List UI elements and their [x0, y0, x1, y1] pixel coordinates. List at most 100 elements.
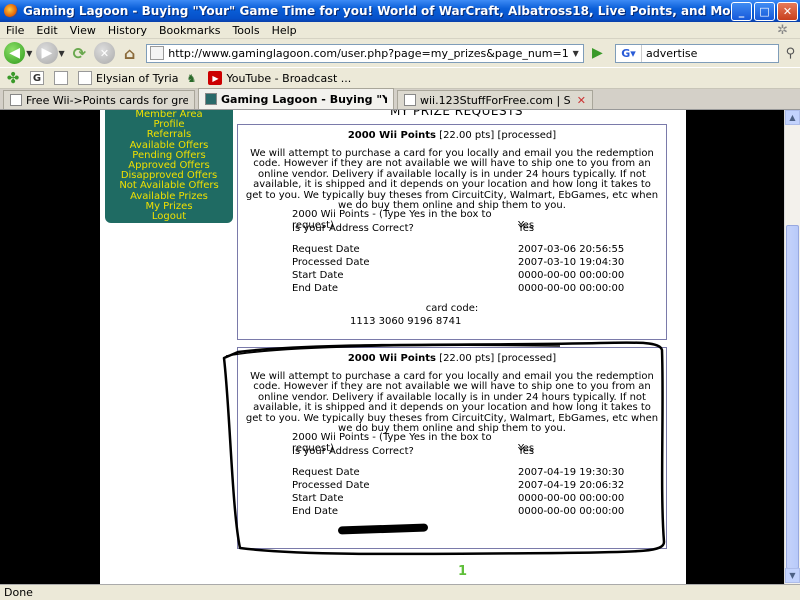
detail-value: Yes [518, 223, 535, 234]
tab-gaming-lagoon[interactable]: Gaming Lagoon - Buying "Your" ... [198, 88, 394, 109]
page-icon [78, 71, 92, 85]
maximize-button[interactable]: □ [754, 1, 775, 21]
youtube-icon: ▶ [208, 71, 223, 85]
card-code-value: 1113 3060 9196 8741 [350, 316, 462, 327]
menu-tools[interactable]: Tools [226, 24, 265, 37]
page-icon [54, 71, 68, 85]
address-row: Is your Address Correct? Yes [292, 223, 534, 234]
detail-value: 0000-00-00 00:00:00 [518, 283, 625, 294]
request-date-row: Request Date 2007-03-06 20:56:55 [292, 244, 624, 255]
scroll-up-icon[interactable]: ▲ [785, 110, 800, 125]
address-row: Is your Address Correct? Yes [292, 446, 534, 457]
prize-points: [22.00 pts] [439, 353, 495, 364]
processed-date-row: Processed Date 2007-03-10 19:04:30 [292, 257, 624, 268]
google-engine-icon[interactable]: G ▾ [616, 44, 642, 62]
detail-value: 2007-03-10 19:04:30 [518, 257, 625, 268]
minimize-button[interactable]: _ [731, 1, 752, 21]
detail-label: Is your Address Correct? [292, 446, 414, 457]
detail-label: Processed Date [292, 257, 370, 268]
home-button[interactable]: ⌂ [119, 42, 140, 64]
bookmark-blank[interactable] [54, 71, 72, 85]
prize-name: 2000 Wii Points [347, 130, 436, 141]
scroll-down-icon[interactable]: ▼ [785, 568, 800, 583]
menu-bookmarks[interactable]: Bookmarks [153, 24, 226, 37]
redaction-mark [337, 523, 429, 535]
stop-button[interactable]: ✕ [93, 42, 116, 64]
tab-123stuffforfree[interactable]: wii.123StuffForFree.com | Status ✕ [397, 90, 593, 109]
request-date-row: Request Date 2007-04-19 19:30:30 [292, 467, 624, 478]
tab-label: Free Wii->Points cards for greens...I ..… [26, 93, 188, 107]
tab-label: Gaming Lagoon - Buying "Your" ... [221, 92, 387, 106]
detail-value: 2007-04-19 19:30:30 [518, 467, 625, 478]
search-icon[interactable]: ⚲ [781, 44, 800, 63]
site-favicon-icon [150, 46, 165, 60]
bookmark-youtube[interactable]: ▶ YouTube - Broadcast ... [208, 71, 351, 85]
url-dropdown-icon[interactable]: ▼ [569, 49, 583, 58]
bookmark-green[interactable]: ✤ [6, 69, 24, 87]
prize-description: We will attempt to purchase a card for y… [245, 371, 659, 435]
detail-label: Is your Address Correct? [292, 223, 414, 234]
sidebar-menu: Member Area Profile Referrals Available … [105, 110, 233, 223]
prize-title: 2000 Wii Points [22.00 pts] [processed] [238, 353, 666, 364]
menu-file[interactable]: File [0, 24, 30, 37]
detail-label: Request Date [292, 467, 360, 478]
google-icon: G [30, 71, 44, 85]
close-tab-icon[interactable]: ✕ [577, 94, 586, 107]
bookmarks-toolbar: ✤ G Elysian of Tyria ♞ ▶ YouTube - Broadc… [0, 67, 800, 89]
detail-label: Processed Date [292, 480, 370, 491]
detail-value: 0000-00-00 00:00:00 [518, 493, 625, 504]
status-bar: Done [0, 584, 800, 600]
menu-edit[interactable]: Edit [30, 24, 63, 37]
reload-button[interactable]: ⟳ [69, 42, 90, 64]
close-button[interactable]: ✕ [777, 1, 798, 21]
prize-name: 2000 Wii Points [347, 353, 436, 364]
go-button[interactable]: ▶ [588, 44, 607, 63]
content-viewport: Member Area Profile Referrals Available … [0, 110, 800, 584]
sidebar-item-logout[interactable]: Logout [105, 211, 233, 222]
detail-label: Request Date [292, 244, 360, 255]
page-icon [404, 94, 416, 106]
menu-history[interactable]: History [102, 24, 153, 37]
tab-free-wii-points[interactable]: Free Wii->Points cards for greens...I ..… [3, 90, 195, 109]
prize-status: [processed] [497, 130, 557, 141]
menu-help[interactable]: Help [266, 24, 303, 37]
url-input[interactable]: http://www.gaminglagoon.com/user.php?pag… [168, 47, 568, 60]
bookmark-google[interactable]: G [30, 71, 48, 85]
bookmark-elysian-of-tyria[interactable]: Elysian of Tyria [78, 71, 178, 85]
detail-value: 2007-03-06 20:56:55 [518, 244, 625, 255]
detail-value: 0000-00-00 00:00:00 [518, 270, 625, 281]
page-title: MY PRIZE REQUESTS [390, 110, 524, 118]
detail-label: End Date [292, 506, 339, 517]
tab-bar: Free Wii->Points cards for greens...I ..… [0, 88, 800, 110]
bookmark-label: Elysian of Tyria [96, 71, 179, 85]
detail-value: 2007-04-19 20:06:32 [518, 480, 625, 491]
prize-description: We will attempt to purchase a card for y… [245, 148, 659, 212]
vertical-scrollbar[interactable]: ▲ ▼ [784, 110, 800, 584]
start-date-row: Start Date 0000-00-00 00:00:00 [292, 493, 624, 504]
green-leaf-icon: ✤ [6, 69, 20, 87]
processed-date-row: Processed Date 2007-04-19 20:06:32 [292, 480, 624, 491]
detail-label: Start Date [292, 270, 344, 281]
throbber-icon: ✲ [777, 22, 788, 38]
prize-request-card: 2000 Wii Points [22.00 pts] [processed] … [237, 347, 667, 549]
scrollbar-thumb[interactable] [786, 225, 799, 569]
search-bar[interactable]: G ▾ advertise [614, 43, 779, 63]
forward-history-dropdown-icon[interactable]: ▼ [59, 49, 65, 58]
start-date-row: Start Date 0000-00-00 00:00:00 [292, 270, 624, 281]
back-button[interactable]: ◀ [4, 42, 26, 64]
search-input[interactable]: advertise [642, 47, 778, 60]
end-date-row: End Date 0000-00-00 00:00:00 [292, 506, 624, 517]
detail-label: End Date [292, 283, 339, 294]
status-text: Done [4, 586, 33, 599]
bookmark-tyria[interactable]: ♞ [184, 71, 202, 85]
prize-title: 2000 Wii Points [22.00 pts] [processed] [238, 130, 666, 141]
navigation-toolbar: ◀ ▼ ▶ ▼ ⟳ ✕ ⌂ http://www.gaminglagoon.co… [0, 39, 800, 67]
tab-label: wii.123StuffForFree.com | Status [420, 93, 571, 107]
prize-status: [processed] [497, 353, 557, 364]
url-bar[interactable]: http://www.gaminglagoon.com/user.php?pag… [146, 43, 584, 63]
window-title: Gaming Lagoon - Buying "Your" Game Time … [23, 4, 731, 18]
menu-view[interactable]: View [64, 24, 102, 37]
back-history-dropdown-icon[interactable]: ▼ [26, 49, 32, 58]
forward-button[interactable]: ▶ [36, 42, 58, 64]
pagination-current-page[interactable]: 1 [458, 564, 467, 579]
